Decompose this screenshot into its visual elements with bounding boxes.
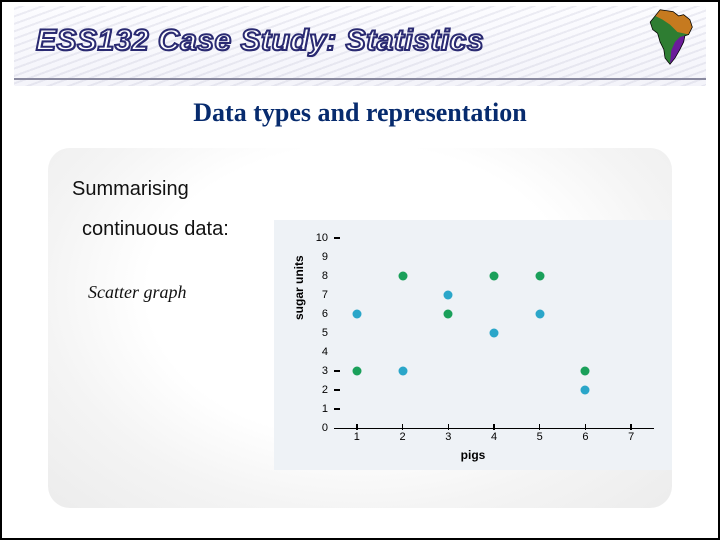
data-point bbox=[490, 329, 499, 338]
x-axis-label: pigs bbox=[274, 448, 672, 462]
africa-icon bbox=[636, 6, 704, 68]
y-tick-label: 7 bbox=[304, 290, 328, 301]
x-tick-label: 6 bbox=[582, 432, 588, 443]
banner-underline bbox=[14, 78, 706, 80]
y-tick-label: 10 bbox=[304, 233, 328, 244]
y-tick-mark bbox=[334, 408, 340, 410]
page-subtitle: Data types and representation bbox=[0, 98, 720, 128]
heading-summarising: Summarising bbox=[72, 178, 189, 201]
x-tick-mark bbox=[356, 424, 358, 430]
data-point bbox=[535, 272, 544, 281]
data-point bbox=[352, 310, 361, 319]
plot-area bbox=[334, 238, 654, 428]
y-tick-label: 4 bbox=[304, 347, 328, 358]
banner: ESS132 Case Study: Statistics bbox=[14, 6, 706, 86]
x-tick-mark bbox=[448, 424, 450, 430]
data-point bbox=[398, 272, 407, 281]
content-card: Summarising continuous data: Scatter gra… bbox=[48, 148, 672, 508]
x-tick-mark bbox=[402, 424, 404, 430]
y-tick-label: 8 bbox=[304, 271, 328, 282]
x-tick-mark bbox=[630, 424, 632, 430]
scatter-chart: sugar units pigs 0123456789101234567 bbox=[274, 220, 672, 470]
x-tick-label: 2 bbox=[400, 432, 406, 443]
banner-title: ESS132 Case Study: Statistics bbox=[36, 24, 484, 58]
x-tick-label: 1 bbox=[354, 432, 360, 443]
x-tick-label: 7 bbox=[628, 432, 634, 443]
x-tick-label: 5 bbox=[537, 432, 543, 443]
x-tick-mark bbox=[493, 424, 495, 430]
heading-scatter: Scatter graph bbox=[88, 282, 187, 303]
data-point bbox=[535, 310, 544, 319]
y-tick-mark bbox=[334, 370, 340, 372]
y-tick-label: 0 bbox=[304, 423, 328, 434]
x-tick-label: 3 bbox=[445, 432, 451, 443]
data-point bbox=[352, 367, 361, 376]
x-tick-mark bbox=[585, 424, 587, 430]
data-point bbox=[444, 291, 453, 300]
y-tick-label: 1 bbox=[304, 404, 328, 415]
y-tick-mark bbox=[334, 389, 340, 391]
x-tick-mark bbox=[539, 424, 541, 430]
data-point bbox=[581, 386, 590, 395]
y-tick-mark bbox=[334, 237, 340, 239]
data-point bbox=[444, 310, 453, 319]
heading-continuous: continuous data: bbox=[82, 218, 229, 241]
y-tick-label: 9 bbox=[304, 252, 328, 263]
y-tick-label: 2 bbox=[304, 385, 328, 396]
data-point bbox=[581, 367, 590, 376]
y-tick-label: 5 bbox=[304, 328, 328, 339]
y-tick-label: 3 bbox=[304, 366, 328, 377]
y-tick-label: 6 bbox=[304, 309, 328, 320]
x-tick-label: 4 bbox=[491, 432, 497, 443]
data-point bbox=[398, 367, 407, 376]
data-point bbox=[490, 272, 499, 281]
